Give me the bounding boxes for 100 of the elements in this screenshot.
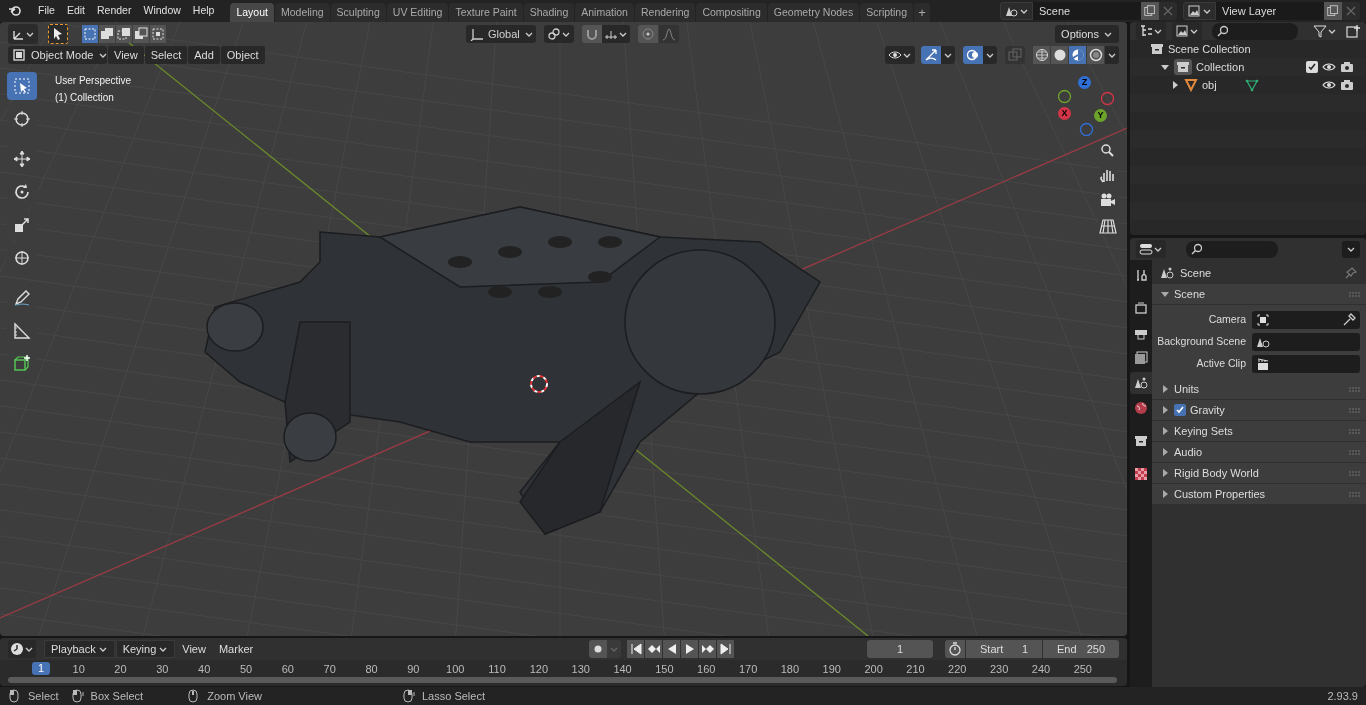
name-field[interactable]: Scene (1033, 2, 1141, 20)
camera-icon[interactable] (1340, 78, 1354, 92)
drag-grip-icon[interactable] (1349, 291, 1360, 297)
selection-mode-button[interactable] (133, 25, 149, 43)
timeline-menu-button[interactable]: Marker (212, 640, 260, 658)
tree-item-label[interactable]: Collection (1196, 58, 1245, 76)
properties-tab[interactable] (1130, 372, 1152, 394)
record-button[interactable] (589, 640, 608, 658)
tool-button[interactable] (7, 72, 37, 100)
drag-grip-icon[interactable] (1349, 449, 1360, 455)
display-mode-dropdown[interactable] (1136, 22, 1166, 40)
axis-label[interactable]: Z (1078, 76, 1091, 89)
drag-grip-icon[interactable] (1349, 386, 1360, 392)
menu-item[interactable]: Window (137, 1, 187, 21)
xray-toggle[interactable] (1005, 46, 1025, 64)
drag-grip-icon[interactable] (1349, 470, 1360, 476)
workspace-tab[interactable]: Animation (575, 3, 634, 22)
eyedropper-icon[interactable] (1342, 313, 1356, 327)
selection-mode-button[interactable] (99, 25, 115, 43)
playback-button[interactable] (663, 640, 681, 658)
data-block-field[interactable] (1252, 333, 1360, 351)
frame-range-field[interactable]: End 250 (1043, 640, 1119, 658)
disclosure-triangle-icon[interactable] (1160, 426, 1170, 436)
shading-mode-button[interactable] (1051, 46, 1068, 64)
add-workspace-button[interactable]: + (914, 3, 930, 22)
timeline-menu-button[interactable]: Keying (115, 640, 176, 658)
selection-mode-button[interactable] (116, 25, 132, 43)
timeline-menu-button[interactable]: View (176, 640, 212, 658)
playhead-frame[interactable]: 1 (32, 662, 50, 675)
eye-icon[interactable] (1322, 60, 1336, 74)
workspace-tab[interactable]: Modeling (274, 3, 330, 22)
menu-item[interactable]: File (32, 1, 61, 21)
name-field[interactable]: View Layer (1216, 2, 1324, 20)
viewport-menu-button[interactable]: View (108, 46, 144, 64)
disclosure-triangle-icon[interactable] (1160, 62, 1170, 72)
drag-grip-icon[interactable] (1349, 407, 1360, 413)
search-field[interactable] (1212, 22, 1298, 40)
new-collection-icon[interactable] (1346, 24, 1360, 38)
timeline-menu-button[interactable]: Playback (44, 640, 115, 658)
drag-grip-icon[interactable] (1349, 428, 1360, 434)
stopwatch-toggle[interactable] (945, 640, 965, 658)
shading-dropdown[interactable] (1105, 46, 1119, 64)
mode-dropdown[interactable]: Object Mode (8, 46, 107, 64)
overlays-toggle[interactable] (963, 46, 983, 64)
menu-item[interactable]: Help (186, 1, 221, 21)
playback-button[interactable] (717, 640, 735, 658)
viewport-menu-button[interactable]: Object (220, 46, 265, 64)
pivot-point-dropdown[interactable] (544, 25, 574, 43)
data-block-menu-button[interactable] (1183, 2, 1216, 20)
editor-type-button[interactable] (1136, 240, 1166, 258)
options-dropdown[interactable] (1342, 240, 1360, 258)
menu-item[interactable]: Edit (60, 1, 91, 21)
disclosure-triangle-icon[interactable] (1160, 468, 1170, 478)
drag-grip-icon[interactable] (1349, 491, 1360, 497)
overlays-dropdown[interactable] (983, 46, 997, 64)
editor-type-button[interactable] (8, 640, 36, 658)
workspace-tab[interactable]: Sculpting (330, 3, 386, 22)
filter-view-dropdown[interactable] (1172, 22, 1202, 40)
copy-icon[interactable] (1324, 2, 1342, 20)
editor-type-button[interactable] (8, 24, 38, 44)
timeline-scrollbar[interactable] (8, 677, 1117, 683)
tree-item-label[interactable]: Scene Collection (1168, 40, 1251, 58)
checkbox[interactable] (1174, 404, 1186, 416)
workspace-tab[interactable]: Shading (523, 3, 575, 22)
gizmo-toggle[interactable] (921, 46, 941, 64)
visibility-dropdown[interactable] (885, 46, 915, 64)
pin-icon[interactable] (1344, 266, 1358, 280)
disclosure-triangle-icon[interactable] (1160, 384, 1170, 394)
eye-icon[interactable] (1322, 78, 1336, 92)
workspace-tab[interactable]: Compositing (696, 3, 767, 22)
disclosure-triangle-icon[interactable] (1160, 289, 1170, 299)
workspace-tab[interactable]: UV Editing (386, 3, 449, 22)
copy-icon[interactable] (1141, 2, 1159, 20)
data-block-field[interactable] (1252, 355, 1360, 373)
transform-orientation-dropdown[interactable]: Global (466, 25, 536, 43)
playback-button[interactable] (645, 640, 663, 658)
disclosure-triangle-icon[interactable] (1160, 489, 1170, 499)
menu-item[interactable]: Render (91, 1, 138, 21)
search-field[interactable] (1186, 240, 1278, 258)
workspace-tab[interactable]: Geometry Nodes (767, 3, 860, 22)
data-block-menu-button[interactable] (1000, 2, 1033, 20)
shading-mode-button[interactable] (1033, 46, 1050, 64)
options-dropdown[interactable]: Options (1055, 25, 1119, 43)
shading-mode-button[interactable] (1069, 46, 1086, 64)
playback-button[interactable] (681, 640, 699, 658)
snap-toggle[interactable] (582, 25, 602, 43)
playback-button[interactable] (627, 640, 645, 658)
viewport-menu-button[interactable]: Select (144, 46, 188, 64)
axis-label[interactable]: X (1058, 107, 1071, 120)
current-frame-field[interactable]: 1 (867, 640, 933, 658)
gizmo-dropdown[interactable] (941, 46, 955, 64)
disclosure-triangle-icon[interactable] (1170, 80, 1180, 90)
axis-label[interactable]: Y (1094, 109, 1107, 122)
data-block-field[interactable] (1252, 311, 1360, 329)
viewport-menu-button[interactable]: Add (188, 46, 220, 64)
frame-range-field[interactable]: Start 1 (966, 640, 1042, 658)
select-tool-button[interactable] (48, 24, 68, 44)
workspace-tab[interactable]: Rendering (634, 3, 696, 22)
disclosure-triangle-icon[interactable] (1160, 447, 1170, 457)
checkbox[interactable] (1306, 61, 1318, 73)
